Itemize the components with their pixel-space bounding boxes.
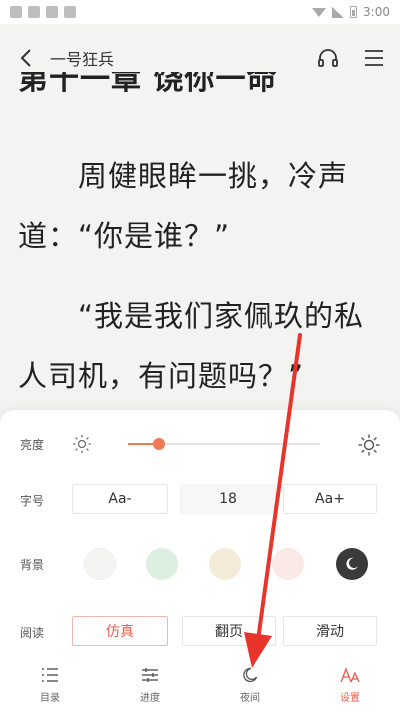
notification-icons [10,6,76,18]
font-size-row: 字号 Aa- 18 Aa+ [0,480,400,520]
nav-item-progress[interactable]: 进度 [100,656,200,712]
reading-mode-simulate[interactable]: 仿真 [72,616,168,646]
book-title: 一号狂兵 [50,50,115,69]
reading-mode-scroll[interactable]: 滑动 [283,616,377,646]
moon-icon [346,557,358,570]
back-arrow-icon[interactable] [14,46,38,70]
menu-icon[interactable] [362,46,386,70]
notification-icon [10,6,22,18]
reading-mode-row: 阅读 仿真 翻页 滑动 [0,612,400,652]
brightness-low-icon[interactable] [72,434,92,454]
font-increase-button[interactable]: Aa+ [283,484,377,514]
background-swatch-pink[interactable] [272,548,304,580]
font-size-value: 18 [180,484,276,514]
list-icon [39,665,61,685]
background-row: 背景 [0,544,400,584]
background-label: 背景 [20,557,45,572]
font-icon [339,665,361,685]
wifi-icon [312,7,327,17]
brightness-slider-thumb[interactable] [152,438,165,450]
nav-label: 目录 [40,692,60,704]
brightness-label: 亮度 [20,437,45,452]
paragraph: “我是我们家佩玖的私人司机，有问题吗？” [18,299,365,393]
reading-mode-page-flip[interactable]: 翻页 [182,616,276,646]
sliders-icon [139,665,161,685]
status-bar: 3:00 [0,0,400,24]
status-time: 3:00 [363,5,390,19]
notification-icon [46,6,58,18]
nav-label: 夜间 [240,692,260,704]
background-swatch-green[interactable] [146,548,178,580]
notification-icon [28,6,40,18]
bottom-nav: 目录 进度 夜间 设置 [0,656,400,712]
background-swatch-night[interactable] [336,548,368,580]
nav-item-night[interactable]: 夜间 [200,656,300,712]
battery-icon [350,6,358,18]
reading-content[interactable]: 第十一章 饶你一命 周健眼眸一挑，冷声道：“你是谁？” “我是我们家佩玖的私人司… [0,72,400,432]
font-size-label: 字号 [20,493,45,508]
chapter-title: 第十一章 饶你一命 [18,72,278,97]
paragraph: 周健眼眸一挑，冷声道：“你是谁？” [18,159,349,253]
brightness-slider[interactable] [128,438,320,450]
moon-icon [239,665,261,685]
background-swatch-yellow[interactable] [209,548,241,580]
headphones-icon[interactable] [316,46,340,70]
background-swatch-white[interactable] [84,548,116,580]
nav-label: 进度 [140,692,160,704]
nav-item-settings[interactable]: 设置 [300,656,400,712]
notification-icon [64,6,76,18]
nav-label: 设置 [340,692,360,704]
nav-item-catalog[interactable]: 目录 [0,656,100,712]
signal-icon [332,6,345,18]
brightness-row: 亮度 [0,424,400,464]
font-decrease-button[interactable]: Aa- [72,484,168,514]
reading-mode-label: 阅读 [20,625,45,640]
brightness-high-icon[interactable] [358,434,380,456]
